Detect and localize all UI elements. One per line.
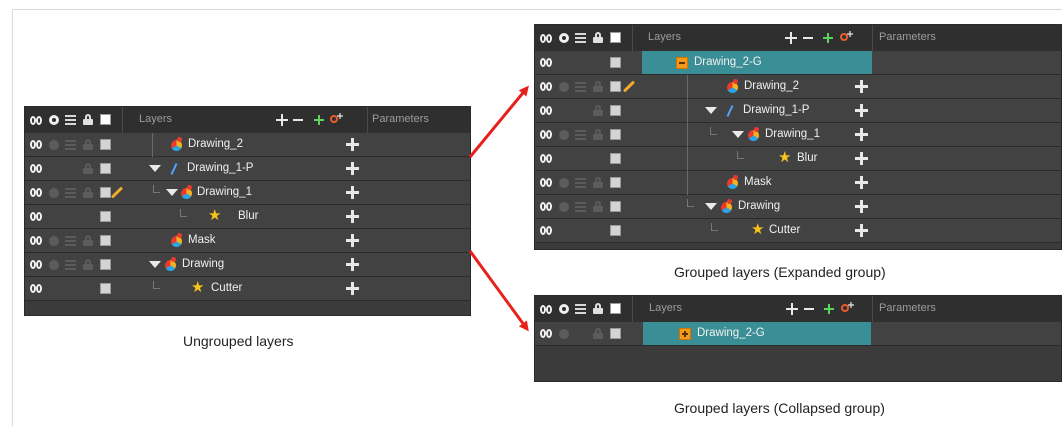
arrows-overlay	[468, 85, 529, 332]
arrow-to-expanded	[468, 85, 529, 158]
arrow-to-collapsed	[468, 250, 529, 332]
